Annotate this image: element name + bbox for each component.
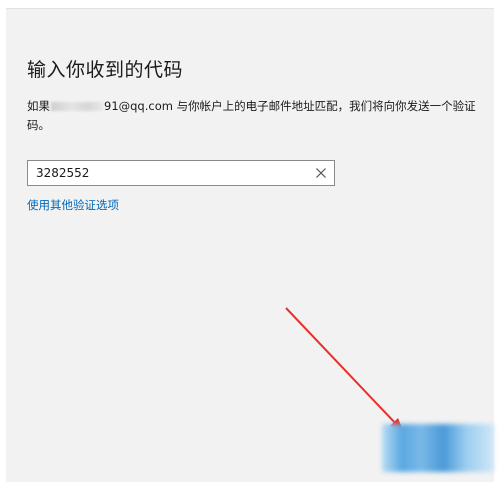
- description-suffix: 与你帐户上的电子邮件地址匹配，我们将向你发送一个验证: [172, 99, 476, 113]
- close-icon: [316, 168, 326, 178]
- page-title: 输入你收到的代码: [27, 59, 184, 81]
- other-verification-options-link[interactable]: 使用其他验证选项: [27, 197, 119, 213]
- description-line-1: 如果 91@qq.com 与你帐户上的电子邮件地址匹配，我们将向你发送一个验证: [27, 97, 497, 116]
- code-input-box: [27, 160, 335, 186]
- email-visible-part: 91@qq.com: [104, 99, 173, 113]
- verification-panel: 输入你收到的代码 如果 91@qq.com 与你帐户上的电子邮件地址匹配，我们将向…: [6, 8, 494, 482]
- description-line-2: 码。: [27, 118, 50, 132]
- next-button[interactable]: [382, 424, 494, 472]
- code-input[interactable]: [28, 161, 308, 185]
- description-text: 如果 91@qq.com 与你帐户上的电子邮件地址匹配，我们将向你发送一个验证 码…: [27, 97, 497, 135]
- description-prefix: 如果: [27, 99, 50, 113]
- screenshot-frame: 输入你收到的代码 如果 91@qq.com 与你帐户上的电子邮件地址匹配，我们将向…: [0, 0, 500, 482]
- redacted-email-part: [51, 102, 103, 111]
- clear-button[interactable]: [312, 164, 330, 182]
